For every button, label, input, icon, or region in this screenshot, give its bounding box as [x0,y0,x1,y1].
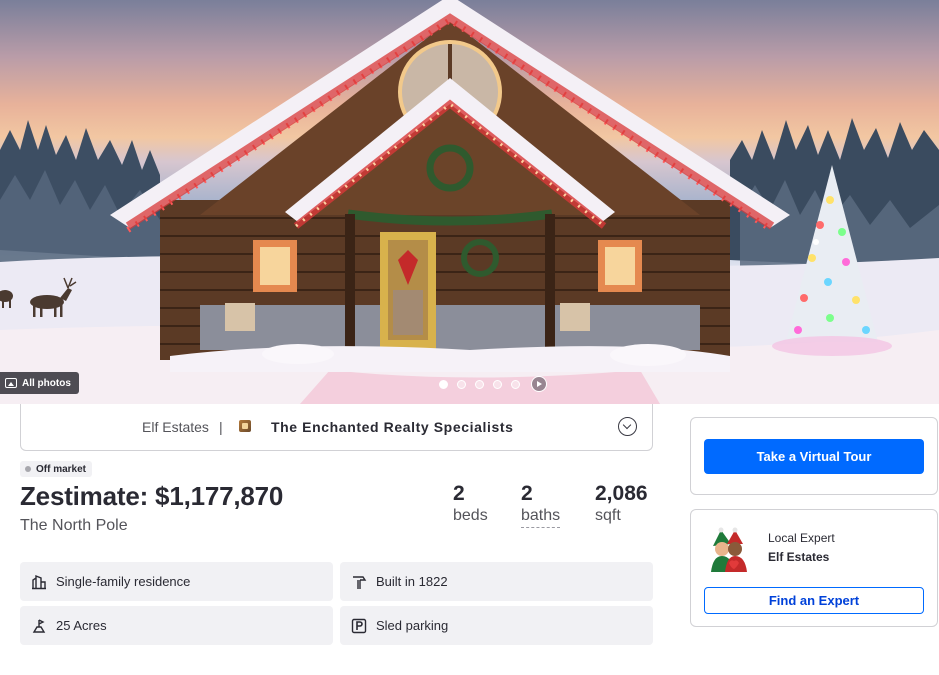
carousel-dot-4[interactable] [493,379,502,389]
property-address: The North Pole [20,517,128,534]
photos-icon [5,378,17,388]
carousel-indicators [439,376,547,392]
fact-beds-label: beds [453,507,488,524]
carousel-dot-5[interactable] [511,379,520,389]
fact-sqft-label: sqft [595,507,621,524]
hero-photo[interactable]: All photos [0,0,939,404]
virtual-tour-button[interactable]: Take a Virtual Tour [704,439,924,474]
fact-sqft: 2,086 sqft [595,483,648,526]
home-type-icon [31,574,47,590]
fact-baths-value: 2 [521,482,533,505]
carousel-dot-3[interactable] [475,379,484,389]
all-photos-button[interactable]: All photos [0,372,79,394]
feature-year-built: Built in 1822 [340,562,653,601]
local-expert-card: Local Expert Elf Estates Find an Expert [690,509,938,627]
fact-baths[interactable]: 2 baths [521,482,561,528]
play-icon[interactable] [531,376,547,392]
feature-lot-size-text: 25 Acres [56,618,107,633]
feature-lot-size: 25 Acres [20,606,333,645]
fact-beds-value: 2 [453,482,465,505]
brokerage-logo-icon [239,420,251,432]
agent-name: Elf Estates [142,419,209,435]
find-expert-button[interactable]: Find an Expert [704,587,924,614]
agent-separator: | [219,419,223,435]
lot-size-icon [31,618,47,634]
status-label: Off market [36,463,87,475]
feature-home-type: Single-family residence [20,562,333,601]
feature-home-type-text: Single-family residence [56,574,191,589]
fact-sqft-value: 2,086 [595,482,648,505]
fact-baths-label[interactable]: baths [521,506,561,528]
local-expert-name: Elf Estates [768,550,830,564]
listing-agent-bar[interactable]: Elf Estates | The Enchanted Realty Speci… [20,404,653,451]
elf-avatar [711,527,747,572]
status-badge: Off market [20,461,93,477]
parking-icon [351,618,367,634]
all-photos-label: All photos [22,377,71,389]
chevron-down-icon[interactable] [618,417,637,436]
feature-parking-text: Sled parking [376,618,449,633]
carousel-dot-1[interactable] [439,379,448,389]
feature-parking: Sled parking [340,606,653,645]
zestimate-price: Zestimate: $1,177,870 [20,481,284,511]
fact-beds: 2 beds [453,483,488,526]
hammer-icon [351,574,367,590]
virtual-tour-card: Take a Virtual Tour [690,417,938,495]
local-expert-label: Local Expert [768,531,835,545]
brokerage-name: The Enchanted Realty Specialists [271,419,514,435]
cabin-photo [0,0,939,404]
feature-year-built-text: Built in 1822 [376,574,448,589]
status-dot-icon [25,466,31,472]
carousel-dot-2[interactable] [457,379,466,389]
